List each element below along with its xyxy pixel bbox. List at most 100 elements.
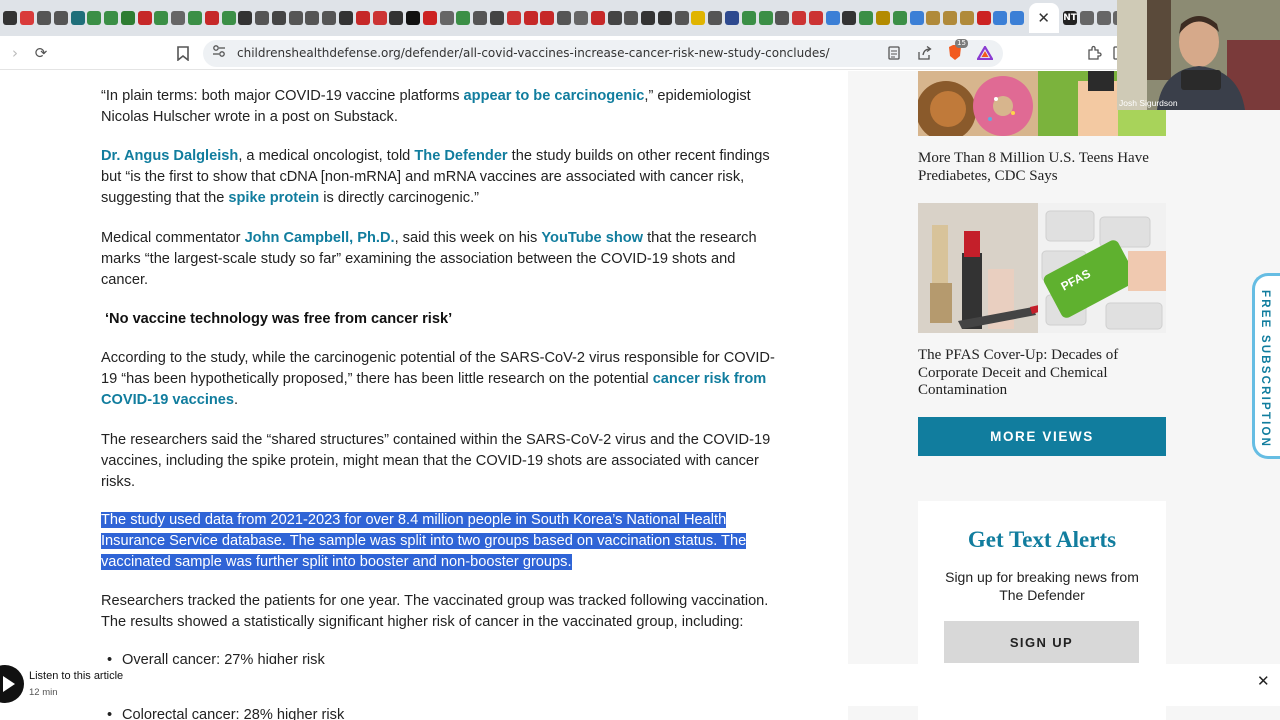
link-appear-to-be-carcinogenic[interactable]: appear to be carcinogenic — [464, 88, 645, 104]
tab-favicon-icon[interactable] — [154, 11, 169, 25]
link-angus-dalgleish[interactable]: Dr. Angus Dalgleish — [101, 148, 238, 164]
link-youtube-show[interactable]: YouTube show — [541, 230, 643, 246]
tab-favicon-icon[interactable] — [355, 11, 370, 25]
tab-favicon-icon[interactable] — [137, 11, 152, 25]
tab-favicon-icon[interactable] — [389, 11, 404, 25]
tab-favicon-icon[interactable] — [842, 11, 857, 25]
tab-favicon-icon[interactable] — [641, 11, 656, 25]
tab-favicon-icon[interactable] — [859, 11, 874, 25]
tab-favicon-icon[interactable] — [1079, 11, 1094, 25]
tab-favicon-icon[interactable] — [238, 11, 253, 25]
link-the-defender[interactable]: The Defender — [414, 148, 507, 164]
selected-text[interactable]: The study used data from 2021-2023 for o… — [101, 512, 747, 570]
tab-favicon-icon[interactable] — [339, 11, 354, 25]
share-icon[interactable] — [913, 42, 935, 64]
tab-favicon-icon[interactable] — [305, 11, 320, 25]
story-title-teens-prediabetes[interactable]: More Than 8 Million U.S. Teens Have Pred… — [918, 150, 1166, 185]
free-subscription-tab[interactable]: FREE SUBSCRIPTION — [1252, 273, 1280, 459]
tab-favicon-icon[interactable] — [590, 11, 605, 25]
tab-favicon-icon[interactable] — [372, 11, 387, 25]
tab-favicon-icon[interactable] — [892, 11, 907, 25]
shield-badge: 15 — [955, 39, 968, 48]
reader-mode-icon[interactable] — [883, 42, 905, 64]
tab-favicon-icon[interactable] — [439, 11, 454, 25]
tab-favicon-icon[interactable] — [708, 11, 723, 25]
webcam-name-label: Josh Sigurdson — [1119, 98, 1178, 108]
tab-favicon-icon[interactable] — [406, 11, 421, 25]
tab-favicon-icon[interactable] — [221, 11, 236, 25]
tab-favicon-icon[interactable] — [775, 11, 790, 25]
tab-favicon-icon[interactable] — [624, 11, 639, 25]
tab-favicon-icon[interactable] — [691, 11, 706, 25]
tab-favicon-icon[interactable] — [657, 11, 672, 25]
listen-duration: 12 min — [29, 687, 58, 698]
tab-favicon-icon[interactable] — [876, 11, 891, 25]
tab-favicon-icon[interactable] — [959, 11, 974, 25]
tab-favicon-icon[interactable] — [909, 11, 924, 25]
tab-favicon-icon[interactable] — [473, 11, 488, 25]
tab-favicon-icon[interactable] — [204, 11, 219, 25]
tab-favicon-icon[interactable] — [557, 11, 572, 25]
tab-favicon-icon[interactable] — [607, 11, 622, 25]
tab-favicon-icon[interactable] — [1010, 11, 1025, 25]
tab-favicon-icon[interactable] — [926, 11, 941, 25]
play-icon[interactable] — [0, 665, 24, 703]
reload-icon[interactable]: ⟳ — [30, 42, 52, 64]
tab-favicon-icon[interactable] — [87, 11, 102, 25]
tab-favicon-icon[interactable] — [792, 11, 807, 25]
tab-favicon-icon[interactable] — [53, 11, 68, 25]
tab-favicon-icon[interactable] — [120, 11, 135, 25]
tab-favicon-icon[interactable] — [674, 11, 689, 25]
tab-favicon-icon[interactable] — [724, 11, 739, 25]
tab-favicon-icon[interactable] — [422, 11, 437, 25]
listen-audio-bar: Listen to this article 12 min ✕ — [0, 664, 1280, 706]
sign-up-button[interactable]: SIGN UP — [944, 621, 1139, 663]
tab-favicon-icon[interactable] — [741, 11, 756, 25]
url-text[interactable]: childrenshealthdefense.org/defender/all-… — [237, 46, 830, 60]
tab-favicon-icon[interactable] — [540, 11, 555, 25]
browser-toolbar: › ⟳ childrenshealthdefense.org/defender/… — [0, 36, 1125, 70]
tab-favicon-icon[interactable] — [255, 11, 270, 25]
forward-icon[interactable]: › — [4, 42, 26, 64]
close-icon[interactable]: ✕ — [1257, 672, 1270, 690]
tab-favicon-icon[interactable] — [506, 11, 521, 25]
paragraph-campbell: Medical commentator John Campbell, Ph.D.… — [101, 230, 757, 288]
tab-favicon-icon[interactable] — [1096, 11, 1111, 25]
listen-title: Listen to this article — [29, 670, 124, 682]
link-john-campbell[interactable]: John Campbell, Ph.D. — [245, 230, 395, 246]
more-views-button[interactable]: MORE VIEWS — [918, 417, 1166, 456]
tab-favicon-icon[interactable] — [808, 11, 823, 25]
tab-favicon-icon[interactable] — [322, 11, 337, 25]
bookmark-icon[interactable] — [172, 42, 194, 64]
tab-favicon-icon[interactable] — [758, 11, 773, 25]
tab-favicon-icon[interactable] — [456, 11, 471, 25]
tab-favicon-icon[interactable] — [20, 11, 35, 25]
story-image-pfas[interactable]: PFAS — [918, 203, 1166, 333]
extensions-icon[interactable] — [1083, 42, 1105, 64]
tab-favicon-icon[interactable] — [993, 11, 1008, 25]
tab-favicon-icon[interactable] — [3, 11, 18, 25]
paragraph-study-data-highlighted[interactable]: The study used data from 2021-2023 for o… — [101, 510, 781, 573]
tab-favicon-icon[interactable] — [70, 11, 85, 25]
tab-favicon-icon[interactable] — [104, 11, 119, 25]
tab-favicon-icon[interactable] — [825, 11, 840, 25]
active-tab-close-icon[interactable]: ✕ — [1028, 3, 1059, 33]
tab-favicon-icon[interactable] — [271, 11, 286, 25]
site-info-icon[interactable] — [212, 44, 226, 62]
tab-favicon-icon[interactable] — [187, 11, 202, 25]
tab-favicon-icon[interactable] — [288, 11, 303, 25]
tab-favicon-icon[interactable] — [976, 11, 991, 25]
tab-favicon-icon[interactable] — [36, 11, 51, 25]
rewards-triangle-icon[interactable] — [974, 42, 996, 64]
tab-favicon-icon[interactable] — [171, 11, 186, 25]
brave-shield-icon[interactable]: 15 — [944, 39, 968, 64]
web-page: “In plain terms: both major COVID-19 vac… — [0, 71, 1280, 720]
tab-favicon-icon[interactable] — [943, 11, 958, 25]
link-spike-protein[interactable]: spike protein — [228, 190, 319, 206]
tab-favicon-icon[interactable] — [573, 11, 588, 25]
tab-favicon-icon[interactable] — [523, 11, 538, 25]
story-title-pfas[interactable]: The PFAS Cover-Up: Decades of Corporate … — [918, 347, 1166, 400]
tab-favicon-icon[interactable] — [490, 11, 505, 25]
tab-favicon-icon[interactable]: NT — [1063, 11, 1078, 25]
paragraph-hulscher-quote: “In plain terms: both major COVID-19 vac… — [101, 88, 751, 125]
